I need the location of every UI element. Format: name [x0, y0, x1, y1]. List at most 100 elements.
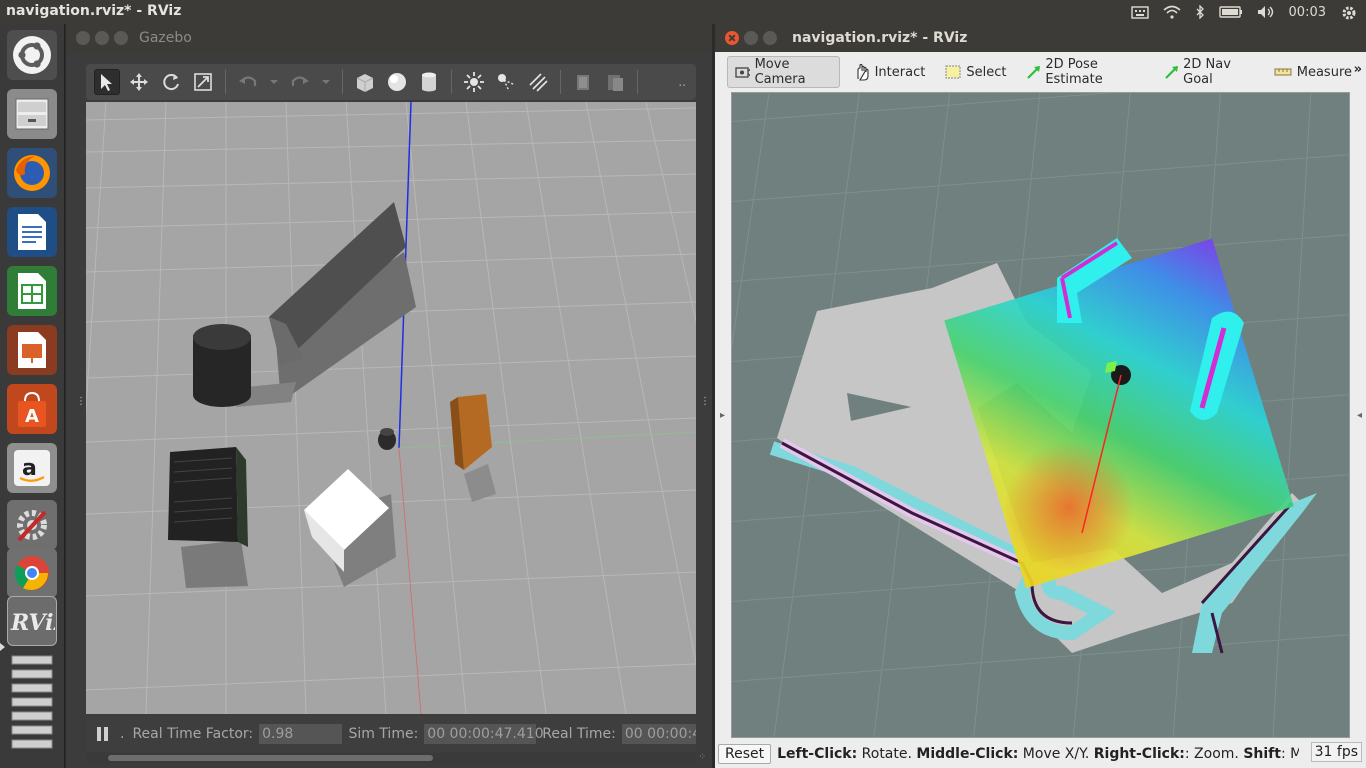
scale-mode-button[interactable] — [190, 69, 216, 95]
help-shift-key: Shift — [1243, 746, 1281, 762]
horizontal-scrollbar[interactable] — [86, 753, 696, 763]
help-shift-text: : More o — [1280, 746, 1300, 762]
directional-light-icon — [529, 73, 548, 92]
reset-button[interactable]: Reset — [718, 744, 772, 764]
clock[interactable]: 00:03 — [1289, 5, 1326, 20]
maximize-button[interactable] — [763, 31, 777, 45]
rviz-status-bar: Reset Left-Click: Rotate. Middle-Click: … — [715, 740, 1366, 768]
battery-icon[interactable] — [1218, 5, 1243, 19]
calc-button[interactable] — [7, 266, 57, 316]
select-tool[interactable]: Select — [939, 56, 1012, 88]
insert-cylinder-button[interactable] — [416, 69, 442, 95]
svg-text:a: a — [22, 456, 37, 481]
pose-estimate-tool[interactable]: 2D Pose Estimate — [1020, 56, 1150, 88]
toolbar-separator — [451, 70, 452, 94]
green-arrow-icon — [1027, 66, 1041, 79]
sphere-icon — [388, 73, 406, 91]
sim-time-value: 00 00:00:47.410 — [424, 724, 544, 744]
pause-button[interactable] — [96, 726, 110, 742]
cylinder-icon — [422, 72, 436, 92]
interact-tool[interactable]: Interact — [848, 56, 932, 88]
point-light-button[interactable] — [461, 69, 487, 95]
pause-icon — [97, 727, 108, 741]
writer-button[interactable] — [7, 207, 57, 257]
svg-text:A: A — [25, 406, 39, 427]
rviz-3d-view[interactable] — [731, 92, 1350, 738]
camera-move-icon — [735, 67, 750, 78]
step-icon[interactable]: . — [120, 726, 124, 742]
help-right-click-text: : Zoom. — [1184, 746, 1244, 762]
impress-button[interactable] — [7, 325, 57, 375]
insert-box-button[interactable] — [352, 69, 378, 95]
help-right-click-key: Right-Click: — [1093, 746, 1185, 762]
gazebo-3d-view[interactable] — [86, 102, 696, 714]
rotate-mode-button[interactable] — [158, 69, 184, 95]
measure-tool[interactable]: Measure — [1268, 56, 1358, 88]
launcher: A a RViz — [0, 24, 65, 768]
sim-time-label: Sim Time: — [348, 726, 419, 742]
chrome-button[interactable] — [7, 548, 57, 598]
left-panel-handle[interactable]: ⋮ — [76, 396, 86, 407]
scrollbar-thumb[interactable] — [108, 755, 433, 761]
spot-light-button[interactable] — [493, 69, 519, 95]
scale-icon — [194, 73, 212, 91]
chevron-down-icon — [322, 80, 330, 84]
close-button[interactable] — [725, 31, 739, 45]
undo-icon — [239, 76, 257, 86]
select-mode-button[interactable] — [94, 69, 120, 95]
real-time-value: 00 00:00:48 — [621, 724, 696, 744]
move-camera-tool[interactable]: Move Camera — [727, 56, 840, 88]
green-arrow-icon — [1165, 66, 1179, 79]
undo-button[interactable] — [235, 69, 261, 95]
rviz-titlebar[interactable]: navigation.rviz* - RViz — [715, 24, 1366, 52]
paste-button[interactable] — [602, 69, 628, 95]
undo-history-button[interactable] — [267, 69, 281, 95]
rviz-button[interactable]: RViz — [7, 596, 57, 646]
translate-mode-button[interactable] — [126, 69, 152, 95]
minimize-button[interactable] — [744, 31, 758, 45]
spotlight-icon — [498, 74, 516, 92]
help-text: Left-Click: Rotate. Middle-Click: Move X… — [777, 746, 1299, 762]
left-dock-handle[interactable]: ▸ — [720, 410, 725, 421]
gazebo-titlebar[interactable]: Gazebo — [66, 24, 712, 52]
workspace-switcher-button[interactable] — [7, 652, 57, 762]
nav-goal-tool[interactable]: 2D Nav Goal — [1158, 56, 1259, 88]
directional-light-button[interactable] — [525, 69, 551, 95]
right-dock-handle[interactable]: ◂ — [1357, 410, 1362, 421]
ruler-icon — [1274, 68, 1292, 76]
insert-sphere-button[interactable] — [384, 69, 410, 95]
arrow-cursor-icon — [101, 74, 112, 91]
rviz-logo-icon: RViz — [10, 610, 55, 636]
copy-icon — [577, 75, 589, 90]
firefox-button[interactable] — [7, 148, 57, 198]
amazon-button[interactable]: a — [7, 443, 57, 493]
help-middle-click-key: Middle-Click: — [916, 746, 1019, 762]
software-center-button[interactable]: A — [7, 384, 57, 434]
gear-icon[interactable] — [1340, 5, 1358, 20]
ubuntu-dash-button[interactable] — [7, 30, 57, 80]
copy-button[interactable] — [570, 69, 596, 95]
help-left-click-text: Rotate. — [857, 746, 917, 762]
nav-goal-label: 2D Nav Goal — [1183, 57, 1231, 87]
toolbar-overflow-icon[interactable]: .. — [678, 75, 686, 89]
volume-icon[interactable] — [1257, 5, 1275, 19]
redo-history-button[interactable] — [319, 69, 333, 95]
close-button[interactable] — [76, 31, 90, 45]
system-settings-button[interactable] — [7, 500, 57, 550]
measure-label: Measure — [1296, 64, 1352, 80]
files-button[interactable] — [7, 89, 57, 139]
resize-grip-icon[interactable]: ⁘ — [698, 752, 706, 762]
stack-icon — [11, 655, 53, 749]
move-arrows-icon — [130, 73, 148, 91]
help-left-click-key: Left-Click: — [777, 746, 858, 762]
redo-button[interactable] — [287, 69, 313, 95]
maximize-button[interactable] — [114, 31, 128, 45]
bluetooth-icon[interactable] — [1195, 4, 1205, 20]
minimize-button[interactable] — [95, 31, 109, 45]
wifi-icon[interactable] — [1163, 5, 1181, 19]
real-time-label: Real Time: — [542, 726, 616, 742]
keyboard-icon[interactable] — [1130, 5, 1149, 19]
right-panel-handle[interactable]: ⋮ — [700, 396, 710, 407]
toolbar-overflow-button[interactable]: » — [1354, 62, 1362, 77]
select-box-icon — [945, 65, 961, 79]
